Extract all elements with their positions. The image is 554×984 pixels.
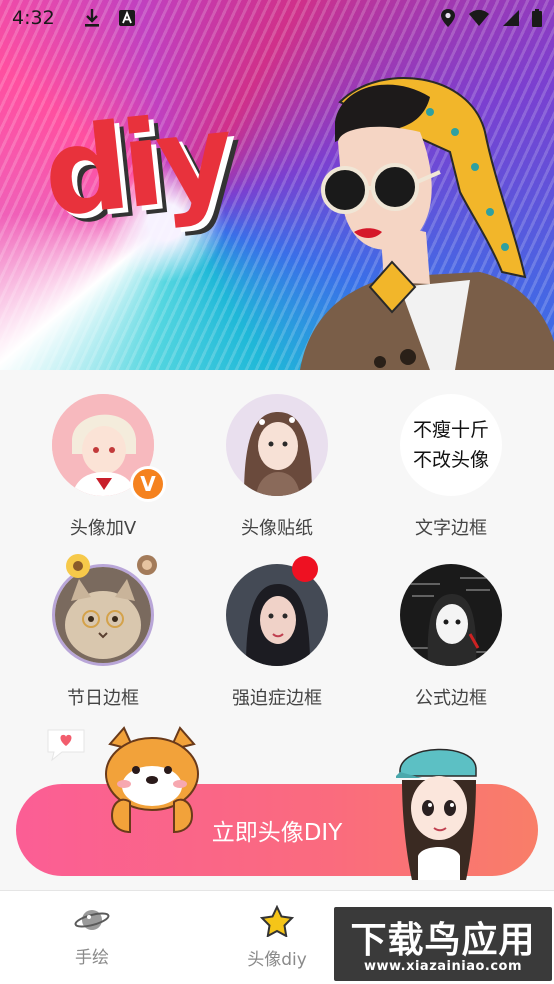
bear-ear-icon bbox=[137, 555, 157, 575]
font-a-icon bbox=[118, 10, 135, 26]
battery-icon bbox=[532, 9, 542, 27]
grid-item-text-frame[interactable]: 不瘦十斤 不改头像 文字边框 bbox=[366, 394, 536, 540]
watermark-url: www.xiazainiao.com bbox=[363, 959, 523, 974]
cat-image bbox=[55, 567, 151, 663]
planet-icon bbox=[74, 910, 110, 930]
grid-item-avatar-v[interactable]: V 头像加V bbox=[18, 394, 188, 540]
grid-item-label: 公式边框 bbox=[415, 688, 487, 709]
watermark-title: 下载鸟应用 bbox=[350, 920, 536, 961]
app-screen: 4:32 diy V 头像加V 头像贴纸 不瘦十斤 不改头像 文字边框 节日边框… bbox=[0, 0, 554, 984]
shiba-dog-illustration bbox=[105, 726, 199, 834]
tab-hand-drawing[interactable]: 手绘 bbox=[32, 905, 152, 968]
girl-sticker-image bbox=[226, 394, 328, 496]
grid-item-label: 文字边框 bbox=[415, 518, 487, 539]
text-frame-thumbnail[interactable]: 不瘦十斤 不改头像 bbox=[400, 394, 502, 496]
retro-woman-illustration bbox=[300, 77, 554, 370]
cap-girl-illustration bbox=[396, 748, 477, 880]
speech-heart-icon bbox=[47, 729, 85, 762]
v-badge: V bbox=[130, 466, 166, 502]
v-badge-label: V bbox=[140, 472, 156, 496]
grid-item-label: 节日边框 bbox=[67, 688, 139, 709]
diy-logo: diy bbox=[37, 86, 235, 244]
grid-item-formula-frame[interactable]: 公式边框 bbox=[366, 564, 536, 710]
status-time: 4:32 bbox=[12, 7, 55, 29]
anime-girl-formula-image bbox=[400, 564, 502, 666]
tab-avatar-diy[interactable]: 头像diy bbox=[217, 904, 337, 970]
notification-dot bbox=[292, 556, 318, 582]
grid-item-ocd-frame[interactable]: 强迫症边框 bbox=[192, 556, 362, 710]
status-bar: 4:32 bbox=[0, 0, 554, 36]
tab-label: 手绘 bbox=[75, 948, 109, 968]
sticker-text-line-2: 不改头像 bbox=[412, 449, 489, 471]
grid-item-holiday-frame[interactable]: 节日边框 bbox=[18, 554, 188, 710]
grid-item-label: 头像加V bbox=[69, 518, 137, 539]
header-banner[interactable]: 4:32 diy bbox=[0, 0, 554, 370]
grid-item-label: 头像贴纸 bbox=[241, 518, 313, 539]
download-icon bbox=[84, 9, 99, 27]
diy-now-label: 立即头像DIY bbox=[211, 820, 343, 846]
signal-icon bbox=[503, 10, 519, 26]
watermark: 下载鸟应用 www.xiazainiao.com bbox=[334, 907, 552, 981]
star-icon bbox=[259, 904, 295, 938]
grid-item-label: 强迫症边框 bbox=[232, 688, 322, 709]
location-icon bbox=[441, 9, 455, 27]
formula-frame-thumbnail[interactable] bbox=[400, 564, 502, 666]
tab-label: 头像diy bbox=[247, 950, 307, 970]
grid-item-avatar-sticker[interactable]: 头像贴纸 bbox=[192, 394, 362, 540]
avatar-sticker-thumbnail[interactable] bbox=[226, 394, 328, 496]
sticker-text-line-1: 不瘦十斤 bbox=[412, 419, 489, 441]
wifi-icon bbox=[469, 9, 489, 26]
sunflower-icon bbox=[66, 554, 90, 578]
